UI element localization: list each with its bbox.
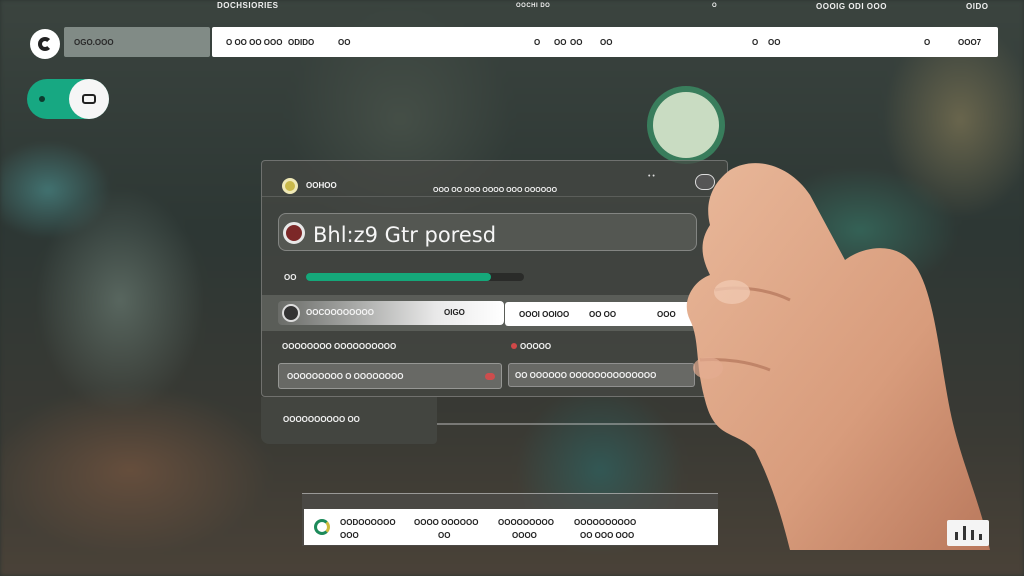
search-segment: OO (600, 38, 613, 47)
progress-label: OO (284, 273, 297, 282)
panel-meta: OOO OO OOO OOOO OOO OOOOOO (433, 187, 558, 194)
field-label-a: OOOOOOOO OOOOOOOOOO (282, 342, 397, 351)
footer-card[interactable]: OODOOOOOO OOO OOOO OOOOOO OO OOOOOOOOO O… (304, 509, 718, 545)
progress-fill (306, 273, 492, 281)
bottom-tab-text: OOOOOOOOOO OO (283, 415, 360, 424)
option-right-segment: OOOI OOIOO (519, 310, 570, 319)
footer-col2-bottom: OO (438, 531, 451, 540)
option-icon (282, 304, 300, 322)
search-segment: O (534, 38, 541, 47)
name-input-value: Bhl:z9 Gtr poresd (313, 223, 497, 247)
search-segment: OO (554, 38, 567, 47)
field-label-b: OOOOO (520, 342, 552, 351)
panel-bottom-tab[interactable]: OOOOOOOOOO OO (261, 397, 437, 444)
toggle-dot (39, 96, 45, 102)
hand-illustration (686, 163, 990, 550)
footer-col3-top: OOOOOOOOO (498, 518, 555, 527)
toggle-icon (69, 79, 109, 119)
search-segment: OO (768, 38, 781, 47)
search-segment: O OO OO OOO (226, 38, 283, 47)
field-input-a-text: OOOOOOOOO O OOOOOOOO (287, 372, 404, 381)
option-left-button[interactable]: OOCOOOOOOOO OIGO (278, 301, 504, 325)
top-center-text: OOCHI DO (516, 3, 551, 9)
green-light-bokeh (653, 92, 719, 158)
top-right-text: OOOIG ODI OOO (816, 2, 887, 11)
top-title: DOCHSIORIES (217, 1, 279, 10)
logo-icon[interactable] (30, 29, 60, 59)
name-input[interactable]: Bhl:z9 Gtr poresd (278, 213, 697, 251)
search-segment: ODIDO (288, 38, 315, 47)
alert-dot (511, 343, 517, 349)
search-bar[interactable]: O OO OO OOO ODIDO OO O OO OO OO O OO O O… (212, 27, 998, 57)
top-center-dot: O (712, 3, 718, 9)
toggle-switch[interactable] (27, 79, 109, 119)
clear-icon[interactable] (485, 373, 495, 380)
search-segment: O (752, 38, 759, 47)
top-strip: DOCHSIORIES OOCHI DO O OOOIG ODI OOO OID… (0, 0, 1024, 14)
footer-col1-top: OODOOOOOO (340, 518, 396, 527)
progress-bar (306, 273, 524, 281)
record-icon[interactable] (283, 222, 305, 244)
top-far-right: OIDO (966, 2, 989, 11)
panel-header: OOHOO OOO OO OOO OOOO OOO OOOOOO • • (262, 161, 727, 197)
field-input-a[interactable]: OOOOOOOOO O OOOOOOOO (278, 363, 502, 389)
panel-app-icon (282, 178, 298, 194)
chart-icon[interactable] (947, 520, 989, 546)
main-panel: OOHOO OOO OO OOO OOOO OOO OOOOOO • • Bhl… (261, 160, 729, 397)
search-segment: O (924, 38, 931, 47)
search-segment: OOO7 (958, 38, 982, 47)
footer-col4-top: OOOOOOOOOO (574, 518, 637, 527)
footer-col2-top: OOOO OOOOOO (414, 518, 479, 527)
panel-dots: • • (648, 173, 655, 180)
footer-col4-bottom: OO OOO OOO (580, 531, 635, 540)
search-segment: OO (338, 38, 351, 47)
search-segment: OO (570, 38, 583, 47)
field-input-b-text: OO OOOOOO OOOOOOOOOOOOOO (515, 371, 657, 380)
footer-col3-bottom: OOOO (512, 531, 537, 540)
option-left-text: OOCOOOOOOOO (306, 308, 375, 317)
header-tag[interactable]: OGO.OOO (64, 27, 210, 57)
panel-title: OOHOO (306, 181, 337, 190)
header-tag-label: OGO.OOO (74, 38, 114, 47)
option-right-segment: OO OO (589, 310, 617, 319)
footer-app-icon (314, 519, 330, 535)
option-left-suffix: OIGO (444, 308, 465, 317)
footer-col1-bottom: OOO (340, 531, 359, 540)
